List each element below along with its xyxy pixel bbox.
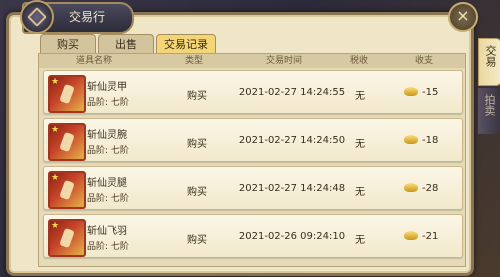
item-grade: 品阶: 七阶 bbox=[87, 146, 129, 156]
armor-icon: ★ bbox=[48, 75, 86, 113]
tab-buy[interactable]: 购买 bbox=[40, 34, 96, 54]
side-tab-auction[interactable]: 拍卖 bbox=[478, 88, 500, 134]
close-button[interactable]: × bbox=[448, 2, 478, 32]
trade-time: 2021-02-26 09:24:10 bbox=[238, 231, 346, 242]
trade-type: 购买 bbox=[187, 235, 207, 246]
tab-sell[interactable]: 出售 bbox=[98, 34, 154, 54]
trade-amount: -28 bbox=[422, 183, 439, 194]
header-type: 类型 bbox=[184, 56, 203, 66]
item-name: 斩仙灵甲 bbox=[87, 82, 127, 93]
side-tab-auction-label: 拍卖 bbox=[483, 94, 496, 116]
header-amount: 收支 bbox=[414, 56, 433, 66]
feather-icon: ★ bbox=[48, 219, 86, 257]
table-row[interactable]: ★ 斩仙飞羽 品阶: 七阶 购买 2021-02-26 09:24:10 无 -… bbox=[43, 214, 463, 258]
trade-tax: 无 bbox=[355, 91, 365, 102]
header-item-name: 道具名称 bbox=[75, 56, 112, 66]
gold-ingot-icon bbox=[404, 135, 418, 144]
trade-tax: 无 bbox=[355, 235, 365, 246]
records-table: 道具名称 类型 交易时间 税收 收支 ★ 斩仙灵甲 品阶: 七阶 购买 2021… bbox=[38, 53, 466, 267]
table-row[interactable]: ★ 斩仙灵腕 品阶: 七阶 购买 2021-02-27 14:24:50 无 -… bbox=[43, 118, 463, 162]
trade-amount: -18 bbox=[422, 135, 439, 146]
header-time: 交易时间 bbox=[265, 56, 302, 66]
trade-time: 2021-02-27 14:24:55 bbox=[238, 87, 346, 98]
header-tax: 税收 bbox=[349, 56, 368, 66]
side-tab-trade[interactable]: 交易 bbox=[478, 38, 500, 86]
bracer-icon: ★ bbox=[48, 123, 86, 161]
gold-ingot-icon bbox=[404, 183, 418, 192]
item-name: 斩仙灵腕 bbox=[87, 130, 127, 141]
gold-ingot-icon bbox=[404, 231, 418, 240]
table-header: 道具名称 类型 交易时间 税收 收支 bbox=[39, 54, 465, 68]
trade-amount: -15 bbox=[422, 87, 439, 98]
item-grade: 品阶: 七阶 bbox=[87, 194, 129, 204]
trade-amount: -21 bbox=[422, 231, 439, 242]
side-tab-trade-label: 交易 bbox=[484, 45, 497, 67]
trade-tax: 无 bbox=[355, 139, 365, 150]
table-row[interactable]: ★ 斩仙灵甲 品阶: 七阶 购买 2021-02-27 14:24:55 无 -… bbox=[43, 70, 463, 114]
trade-type: 购买 bbox=[187, 91, 207, 102]
trade-time: 2021-02-27 14:24:48 bbox=[238, 183, 346, 194]
item-name: 斩仙飞羽 bbox=[87, 226, 127, 237]
item-grade: 品阶: 七阶 bbox=[87, 242, 129, 252]
item-name: 斩仙灵腿 bbox=[87, 178, 127, 189]
window-title-text: 交易行 bbox=[68, 10, 105, 24]
leggings-icon: ★ bbox=[48, 171, 86, 209]
trade-time: 2021-02-27 14:24:50 bbox=[238, 135, 346, 146]
item-grade: 品阶: 七阶 bbox=[87, 98, 129, 108]
gold-ingot-icon bbox=[404, 87, 418, 96]
table-row[interactable]: ★ 斩仙灵腿 品阶: 七阶 购买 2021-02-27 14:24:48 无 -… bbox=[43, 166, 463, 210]
tab-trade-records[interactable]: 交易记录 bbox=[156, 34, 216, 54]
trade-tax: 无 bbox=[355, 187, 365, 198]
trade-type: 购买 bbox=[187, 139, 207, 150]
trade-type: 购买 bbox=[187, 187, 207, 198]
